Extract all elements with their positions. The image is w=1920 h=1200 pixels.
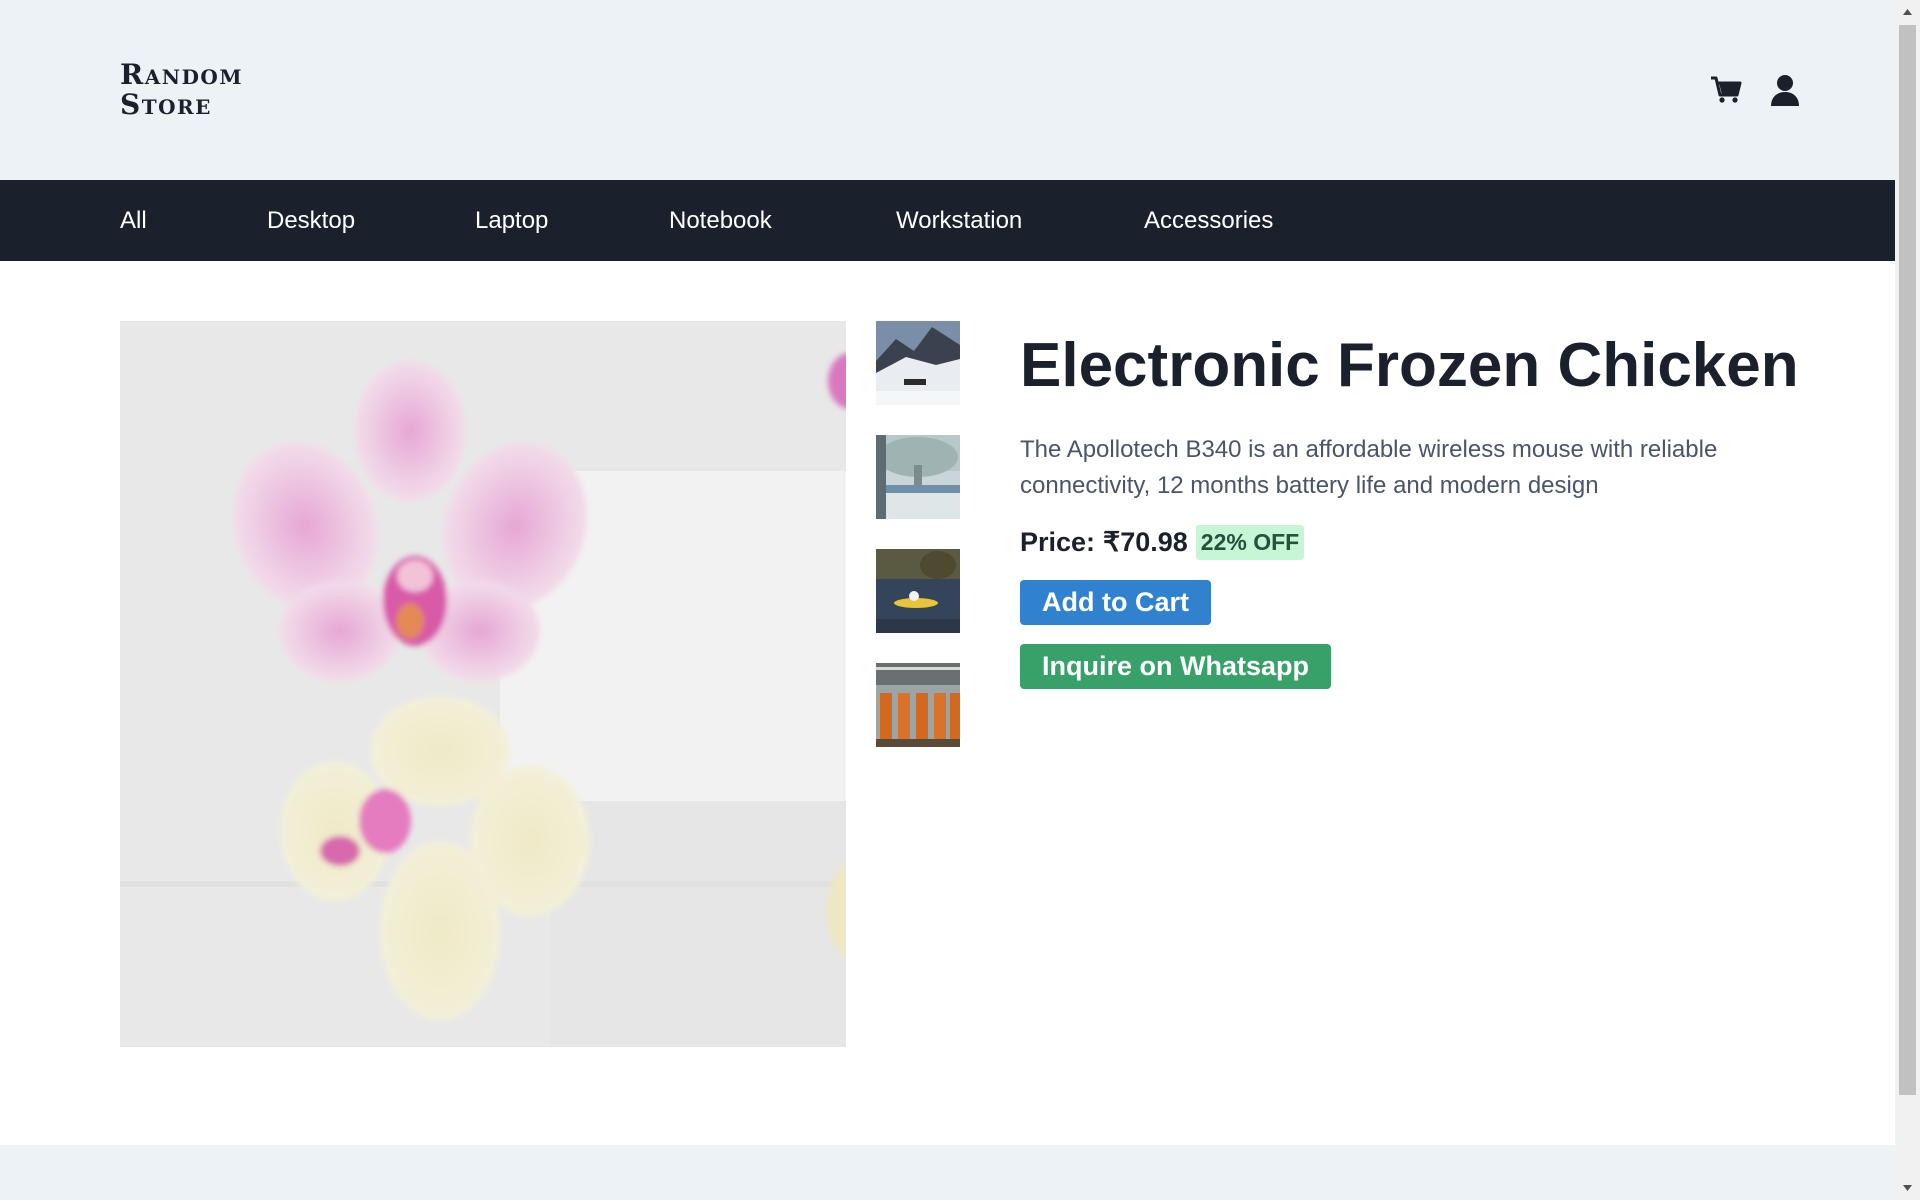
- product-description: The Apollotech B340 is an affordable wir…: [1020, 436, 1718, 499]
- price-row: Price: ₹70.98 22% OFF: [1020, 523, 1305, 561]
- scroll-up-arrow-icon[interactable]: [1895, 0, 1920, 25]
- product-main-image: [120, 321, 846, 1047]
- thumbnail-3[interactable]: [876, 549, 960, 633]
- nav-item-notebook[interactable]: Notebook: [669, 180, 772, 261]
- cart-icon[interactable]: [1709, 73, 1743, 107]
- lake-kayak-thumbnail: [876, 549, 960, 633]
- footer: [0, 1145, 1895, 1200]
- site-header: Random Store: [0, 0, 1895, 180]
- nav-item-all[interactable]: All: [120, 180, 147, 261]
- price-value: ₹70.98: [1103, 526, 1188, 557]
- nav-item-workstation[interactable]: Workstation: [896, 180, 1022, 261]
- price-label: Price:: [1020, 526, 1096, 557]
- inquire-whatsapp-button[interactable]: Inquire on Whatsapp: [1020, 644, 1331, 689]
- orchid-image: [120, 321, 846, 1047]
- scroll-down-arrow-icon[interactable]: [1895, 1175, 1920, 1200]
- nav-item-desktop[interactable]: Desktop: [267, 180, 355, 261]
- nav-item-laptop[interactable]: Laptop: [475, 180, 548, 261]
- category-nav: All Desktop Laptop Notebook Workstation …: [0, 180, 1895, 261]
- thumbnail-2[interactable]: [876, 435, 960, 519]
- user-icon[interactable]: [1768, 73, 1802, 107]
- thumbnail-1[interactable]: [876, 321, 960, 405]
- store-logo[interactable]: Random Store: [120, 60, 243, 120]
- logo-line-1: Random: [120, 58, 243, 91]
- nav-item-accessories[interactable]: Accessories: [1144, 180, 1273, 261]
- orange-letters-sign-thumbnail: [876, 663, 960, 747]
- ice-tree-thumbnail: [876, 435, 960, 519]
- discount-badge: 22% OFF: [1195, 524, 1305, 560]
- product-title: Electronic Frozen Chicken: [1020, 331, 1799, 400]
- logo-line-2: Store: [120, 88, 212, 121]
- thumbnail-4[interactable]: [876, 663, 960, 747]
- scrollbar-thumb[interactable]: [1899, 25, 1916, 1095]
- mountain-snow-thumbnail: [876, 321, 960, 405]
- page-scrollbar[interactable]: [1895, 0, 1920, 1200]
- add-to-cart-button[interactable]: Add to Cart: [1020, 580, 1211, 625]
